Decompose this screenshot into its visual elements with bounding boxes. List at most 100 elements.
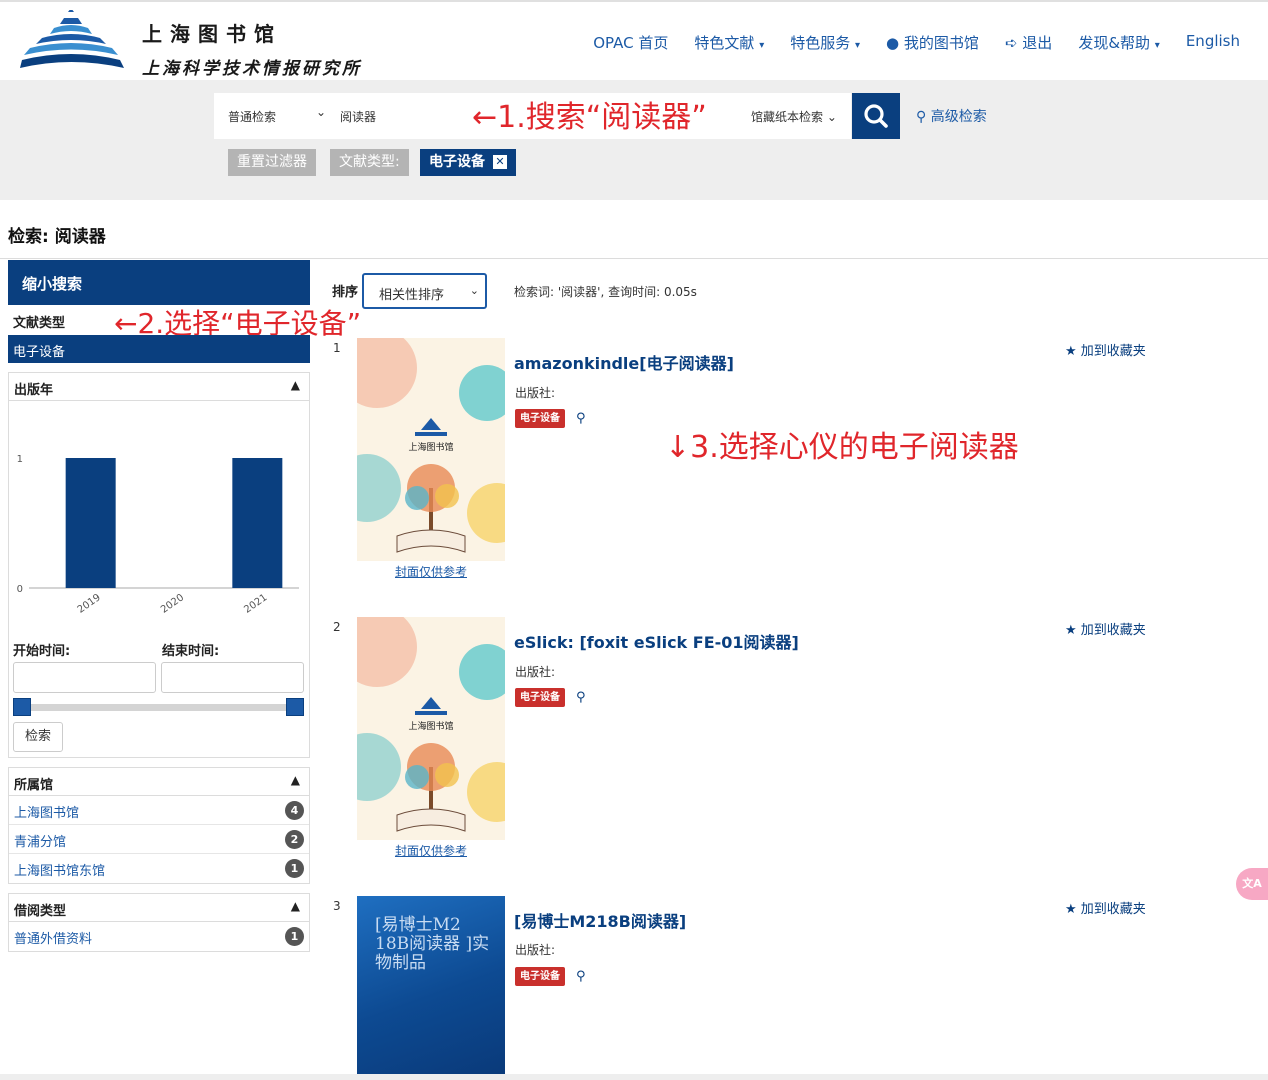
- search-scope-label: 馆藏纸本检索: [751, 110, 824, 124]
- x-tick-label: 2021: [242, 592, 269, 616]
- end-date-label: 结束时间:: [162, 644, 220, 659]
- cover-caption-link[interactable]: 封面仅供参考: [357, 842, 505, 859]
- annotation-step3: ↓3.选择心仪的电子阅读器: [665, 430, 1019, 465]
- reset-filters-button[interactable]: 重置过滤器: [228, 149, 316, 176]
- slider-handle-end[interactable]: [286, 698, 304, 716]
- search-icon[interactable]: ⚲: [576, 969, 586, 984]
- advanced-search-label: 高级检索: [930, 109, 987, 125]
- nav-special-docs[interactable]: 特色文献 ▾: [694, 32, 764, 53]
- branch-panel: 所属馆 ▲ 上海图书馆 4 青浦分馆 2 上海图书馆东馆 1: [8, 767, 310, 884]
- cover-art: 上海图书馆: [357, 617, 505, 840]
- publisher-label: 出版社:: [515, 665, 556, 679]
- nav-my-library-label: 我的图书馆: [903, 34, 979, 52]
- publisher-label: 出版社:: [515, 943, 556, 957]
- cover-library-text: 上海图书馆: [408, 720, 453, 732]
- facet-doc-type-header[interactable]: 文献类型: [8, 305, 310, 335]
- nav-logout-label: 退出: [1022, 34, 1053, 52]
- facet-branch-label: 上海图书馆: [14, 806, 80, 821]
- nav-english[interactable]: English: [1186, 32, 1240, 53]
- search-input[interactable]: 阅读器: [340, 108, 376, 125]
- caret-down-icon: ▾: [1154, 40, 1160, 51]
- doc-type-filter-chip[interactable]: 电子设备 ✕: [420, 149, 516, 176]
- nav-discover-help-label: 发现&帮助: [1078, 34, 1151, 52]
- search-button[interactable]: [852, 93, 900, 139]
- loan-type-panel: 借阅类型 ▲ 普通外借资料 1: [8, 893, 310, 952]
- pub-year-title: 出版年: [14, 383, 54, 398]
- record-number: 1: [333, 341, 341, 355]
- narrow-search-header: 缩小搜索: [8, 260, 310, 305]
- format-badge: 电子设备: [515, 409, 565, 428]
- nav-special-docs-label: 特色文献: [694, 34, 755, 52]
- logout-icon: ➪: [1004, 34, 1018, 52]
- record-title-link[interactable]: eSlick: [foxit eSlick FE-01阅读器]: [514, 629, 799, 653]
- start-date-input[interactable]: [13, 662, 156, 693]
- annotation-step1: ←1.搜索“阅读器”: [472, 100, 707, 135]
- format-badge: 电子设备: [515, 967, 565, 986]
- pub-year-chart: 0 1 2019 2020 2021: [17, 454, 299, 616]
- facet-branch-item[interactable]: 上海图书馆 4: [9, 796, 309, 825]
- pub-year-header[interactable]: 出版年 ▲: [9, 373, 309, 401]
- cover-image[interactable]: 上海图书馆: [357, 338, 505, 561]
- loan-type-title: 借阅类型: [14, 904, 67, 919]
- cover-image[interactable]: [易博士M2 18B阅读器 ]实物制品: [357, 896, 505, 1074]
- cover-art: 上海图书馆: [357, 338, 505, 561]
- year-range-slider[interactable]: [14, 704, 302, 711]
- record-number: 3: [333, 899, 341, 913]
- branch-header[interactable]: 所属馆 ▲: [9, 768, 309, 796]
- search-icon[interactable]: ⚲: [576, 690, 586, 705]
- advanced-search-link[interactable]: ⚲ 高级检索: [916, 106, 987, 126]
- add-to-favorites[interactable]: ★ 加到收藏夹: [1065, 898, 1146, 917]
- nav-opac-home[interactable]: OPAC 首页: [593, 32, 668, 53]
- publisher-label: 出版社:: [515, 386, 556, 400]
- start-date-label: 开始时间:: [13, 644, 71, 659]
- nav-logout[interactable]: ➪ 退出: [1005, 32, 1052, 53]
- y-tick-label: 0: [17, 584, 23, 595]
- y-tick-label: 1: [17, 454, 23, 465]
- search-icon[interactable]: ⚲: [576, 411, 586, 426]
- slider-handle-start[interactable]: [13, 698, 31, 716]
- sort-label: 排序: [332, 285, 359, 300]
- x-tick-label: 2020: [159, 592, 186, 616]
- count-badge: 1: [285, 927, 304, 946]
- loan-type-header[interactable]: 借阅类型 ▲: [9, 894, 309, 922]
- library-logo[interactable]: 上海图书馆 上海科学技术情报研究所: [20, 10, 365, 79]
- doc-type-filter-value: 电子设备: [429, 154, 485, 170]
- branch-title: 所属馆: [14, 778, 54, 793]
- close-icon[interactable]: ✕: [493, 155, 507, 169]
- record-title-link[interactable]: amazonkindle[电子阅读器]: [514, 350, 734, 374]
- record-title-link[interactable]: [易博士M218B阅读器]: [514, 908, 686, 932]
- chevron-down-icon: ⌄: [826, 110, 837, 124]
- collapse-triangle-icon: ▲: [290, 773, 300, 787]
- user-circle-icon: ●: [886, 34, 900, 52]
- add-to-favorites-label: 加到收藏夹: [1080, 902, 1146, 917]
- cover-caption-link[interactable]: 封面仅供参考: [357, 563, 505, 580]
- add-to-favorites[interactable]: ★ 加到收藏夹: [1065, 340, 1146, 359]
- add-to-favorites-label: 加到收藏夹: [1080, 344, 1146, 359]
- end-date-input[interactable]: [161, 662, 304, 693]
- doc-type-filter-label: 文献类型:: [330, 149, 409, 176]
- year-search-button[interactable]: 检索: [13, 722, 63, 752]
- facet-branch-label: 青浦分馆: [14, 835, 67, 850]
- search-scope-select[interactable]: 馆藏纸本检索 ⌄: [751, 108, 837, 125]
- nav-discover-help[interactable]: 发现&帮助 ▾: [1078, 32, 1160, 53]
- nav-special-services[interactable]: 特色服务 ▾: [790, 32, 860, 53]
- nav-my-library[interactable]: ● 我的图书馆: [886, 32, 979, 53]
- translate-float-button[interactable]: 文A: [1236, 868, 1268, 900]
- sort-select[interactable]: 相关性排序 ⌄: [362, 273, 487, 309]
- year-bar[interactable]: [65, 458, 116, 588]
- cover-image[interactable]: 上海图书馆: [357, 617, 505, 840]
- cover-title-text: [易博士M2 18B阅读器 ]实物制品: [375, 915, 490, 973]
- search-type-select[interactable]: 普通检索: [228, 108, 276, 125]
- facet-branch-item[interactable]: 青浦分馆 2: [9, 825, 309, 854]
- logo-title: 上海图书馆: [142, 22, 282, 46]
- cover-library-text: 上海图书馆: [408, 441, 453, 453]
- facet-branch-item[interactable]: 上海图书馆东馆 1: [9, 854, 309, 883]
- facet-doc-type-selected[interactable]: 电子设备: [8, 335, 310, 363]
- year-bar[interactable]: [232, 458, 283, 588]
- facet-loan-item[interactable]: 普通外借资料 1: [9, 922, 309, 951]
- add-to-favorites[interactable]: ★ 加到收藏夹: [1065, 619, 1146, 638]
- page-title: 检索: 阅读器: [8, 227, 106, 247]
- nav-special-services-label: 特色服务: [790, 34, 851, 52]
- search-icon: [864, 104, 888, 128]
- chevron-down-icon: ⌄: [316, 105, 327, 119]
